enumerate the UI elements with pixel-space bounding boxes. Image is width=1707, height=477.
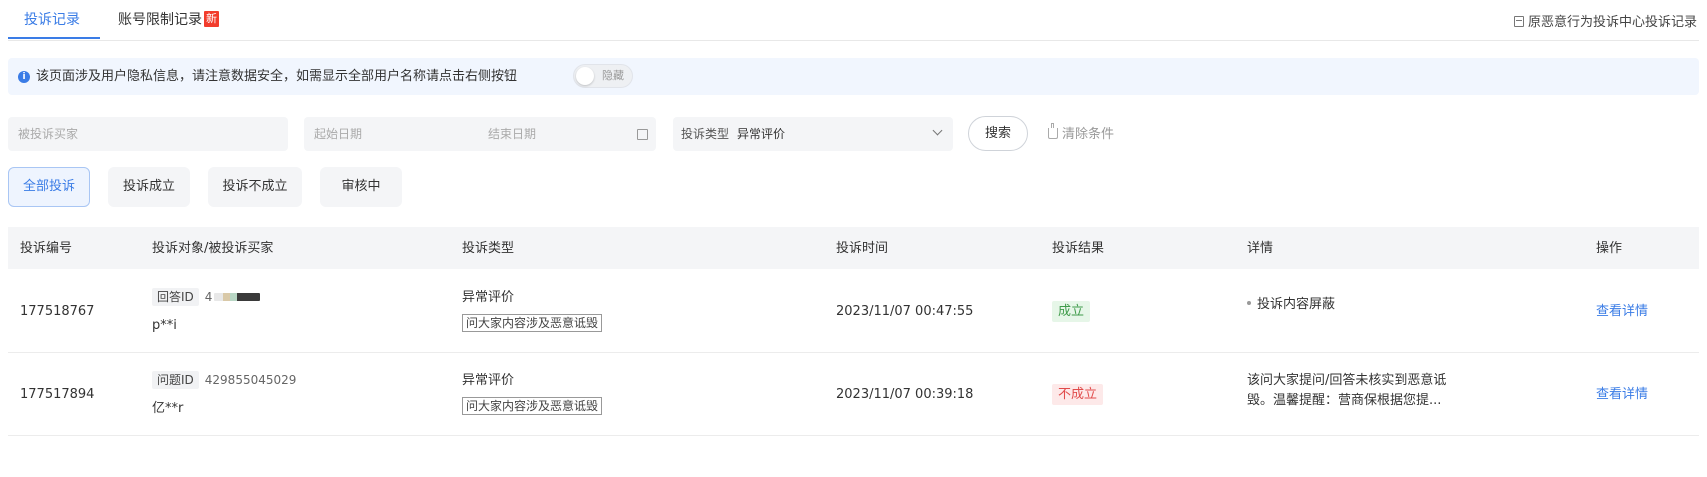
col-detail: 详情 <box>1247 241 1274 256</box>
col-complaint-id: 投诉编号 <box>20 241 73 256</box>
legacy-records-link-text: 原恶意行为投诉中心投诉记录 <box>1527 15 1697 30</box>
view-details-link[interactable]: 查看详情 <box>1596 303 1648 320</box>
chevron-down-icon <box>932 125 943 136</box>
complaint-subtype: 问大家内容涉及恶意诋毁 <box>462 314 603 332</box>
active-tab-indicator <box>8 37 100 39</box>
tab-label: 账号限制记录 <box>118 12 202 28</box>
info-icon: i <box>18 71 30 83</box>
subtype-tag: 问大家内容涉及恶意诋毁 <box>462 314 603 332</box>
bullet-icon <box>1247 301 1251 305</box>
start-date-placeholder: 起始日期 <box>314 127 363 141</box>
complaint-type-select[interactable]: 投诉类型 异常评价 <box>673 117 953 151</box>
complaint-id: 177517894 <box>20 387 95 402</box>
col-target-buyer: 投诉对象/被投诉买家 <box>152 241 274 256</box>
detail-text: 该问大家提问/回答未核实到恶意诋 毁。温馨提醒：营商保根据您提... <box>1247 372 1446 409</box>
target-id: 回答ID 4 <box>152 288 261 306</box>
complaint-time: 2023/11/07 00:47:55 <box>836 304 974 319</box>
detail-line: 投诉内容屏蔽 <box>1257 297 1336 312</box>
tab-account-restriction-records[interactable]: 账号限制记录新 <box>118 11 219 29</box>
complaint-type: 异常评价 <box>462 373 515 388</box>
chip-under-review[interactable]: 审核中 <box>320 167 402 207</box>
target-id-number: 4 <box>204 290 213 304</box>
col-complaint-result: 投诉结果 <box>1052 241 1105 256</box>
search-button[interactable]: 搜索 <box>968 116 1028 151</box>
detail-text: 投诉内容屏蔽 <box>1247 296 1335 313</box>
table-header: 投诉编号 投诉对象/被投诉买家 投诉类型 投诉时间 投诉结果 详情 操作 <box>8 227 1699 269</box>
masked-id-block <box>214 293 261 301</box>
end-date-placeholder: 结束日期 <box>488 127 537 141</box>
buyer-search-input[interactable]: 被投诉买家 <box>8 117 288 151</box>
buyer-name: 亿**r <box>152 401 184 416</box>
detail-line: 毁。温馨提醒：营商保根据您提... <box>1247 393 1442 408</box>
target-type-tag: 回答ID <box>152 288 199 306</box>
chip-all-complaints[interactable]: 全部投诉 <box>8 167 90 207</box>
date-range-picker[interactable]: 起始日期 结束日期 <box>304 117 656 151</box>
subtype-tag: 问大家内容涉及恶意诋毁 <box>462 397 603 415</box>
target-id-number: 429855045029 <box>204 373 297 387</box>
chip-complaint-upheld[interactable]: 投诉成立 <box>108 167 190 207</box>
new-badge: 新 <box>204 11 219 27</box>
col-complaint-type: 投诉类型 <box>462 241 515 256</box>
notice-text: 该页面涉及用户隐私信息，请注意数据安全，如需显示全部用户名称请点击右侧按钮 <box>36 69 518 84</box>
status-badge: 不成立 <box>1052 384 1104 405</box>
toggle-label: 隐藏 <box>602 69 624 82</box>
buyer-placeholder: 被投诉买家 <box>18 127 79 141</box>
brush-icon <box>1048 123 1058 139</box>
target-type-tag: 问题ID <box>152 371 199 389</box>
complaint-id: 177518767 <box>20 304 95 319</box>
tab-bar: 投诉记录 账号限制记录新 <box>8 0 1699 41</box>
type-select-label: 投诉类型 <box>681 127 730 141</box>
view-details-link[interactable]: 查看详情 <box>1596 386 1648 403</box>
complaint-subtype: 问大家内容涉及恶意诋毁 <box>462 397 603 415</box>
table-row: 177518767 回答ID 4 p**i 异常评价 问大家内容涉及恶意诋毁 20… <box>8 270 1699 353</box>
col-complaint-time: 投诉时间 <box>836 241 889 256</box>
buyer-name: p**i <box>152 318 177 333</box>
document-icon <box>1513 16 1524 27</box>
type-select-value: 异常评价 <box>737 127 786 141</box>
chip-complaint-rejected[interactable]: 投诉不成立 <box>208 167 302 207</box>
show-names-toggle[interactable]: 隐藏 <box>573 64 633 88</box>
table-row: 177517894 问题ID 429855045029 亿**r 异常评价 问大家… <box>8 353 1699 436</box>
legacy-records-link[interactable]: 原恶意行为投诉中心投诉记录 <box>1513 11 1697 30</box>
privacy-notice: i 该页面涉及用户隐私信息，请注意数据安全，如需显示全部用户名称请点击右侧按钮 … <box>8 58 1699 95</box>
calendar-icon <box>637 129 648 140</box>
detail-line: 该问大家提问/回答未核实到恶意诋 <box>1247 373 1447 388</box>
clear-filters-label: 清除条件 <box>1062 127 1115 142</box>
toggle-knob <box>576 67 594 85</box>
complaint-time: 2023/11/07 00:39:18 <box>836 387 974 402</box>
col-action: 操作 <box>1596 241 1623 256</box>
tab-complaint-records[interactable]: 投诉记录 <box>24 11 80 29</box>
tab-label: 投诉记录 <box>24 12 80 28</box>
clear-filters-button[interactable]: 清除条件 <box>1048 123 1115 143</box>
status-badge: 成立 <box>1052 301 1091 322</box>
target-id: 问题ID 429855045029 <box>152 371 296 389</box>
complaint-type: 异常评价 <box>462 290 515 305</box>
